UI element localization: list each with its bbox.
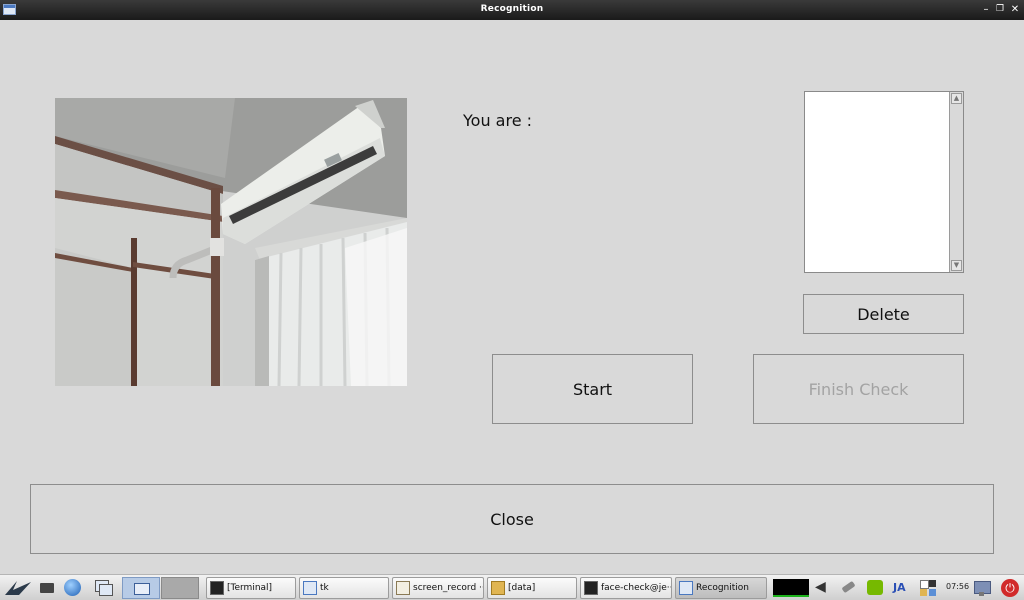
clock[interactable]: 07:56: [946, 582, 969, 591]
screen-lock-icon[interactable]: [972, 578, 992, 597]
task-label: Recognition: [696, 583, 749, 593]
minimize-icon[interactable]: –: [980, 3, 992, 16]
text-editor-icon: [396, 581, 410, 595]
close-button[interactable]: Close: [30, 484, 994, 554]
power-icon[interactable]: ⏻: [999, 578, 1021, 597]
delete-button[interactable]: Delete: [803, 294, 964, 334]
terminal-icon: [210, 581, 224, 595]
keyboard-layout-icon[interactable]: [918, 578, 940, 597]
window-title-bar: Recognition – ❐ ✕: [0, 0, 1024, 20]
volume-icon[interactable]: ◀: [815, 578, 833, 597]
terminal-icon: [584, 581, 598, 595]
window-switcher-icon[interactable]: [93, 578, 113, 597]
task-label: face-check@je···: [601, 583, 672, 593]
start-button[interactable]: Start: [492, 354, 693, 424]
desktop-pager-1[interactable]: [122, 577, 160, 599]
listbox-scrollbar[interactable]: ▲ ▼: [949, 92, 963, 272]
usb-device-icon[interactable]: [839, 578, 857, 597]
taskbar: [Terminal] tk screen_record ··· [data] f…: [0, 574, 1024, 600]
window-icon: [303, 581, 317, 595]
restore-icon[interactable]: ❐: [994, 3, 1006, 16]
input-method-indicator[interactable]: JA: [893, 578, 913, 597]
task-label: [Terminal]: [227, 583, 273, 593]
show-desktop-icon[interactable]: [38, 578, 56, 597]
scroll-down-icon[interactable]: ▼: [951, 260, 962, 271]
task-terminal[interactable]: [Terminal]: [206, 577, 296, 599]
folder-icon: [491, 581, 505, 595]
camera-frame-image: [55, 98, 407, 386]
task-screen-record[interactable]: screen_record ···: [392, 577, 484, 599]
task-data-folder[interactable]: [data]: [487, 577, 577, 599]
registered-faces-listbox[interactable]: ▲ ▼: [804, 91, 964, 273]
finish-check-button[interactable]: Finish Check: [753, 354, 964, 424]
window-title: Recognition: [480, 4, 544, 14]
web-browser-icon[interactable]: [63, 578, 83, 597]
desktop-pager-2[interactable]: [161, 577, 199, 599]
task-label: tk: [320, 583, 329, 593]
task-label: screen_record ···: [413, 583, 484, 593]
task-label: [data]: [508, 583, 536, 593]
window-icon: [134, 583, 150, 595]
task-tk[interactable]: tk: [299, 577, 389, 599]
close-window-icon[interactable]: ✕: [1009, 3, 1021, 16]
task-recognition[interactable]: Recognition: [675, 577, 767, 599]
scroll-up-icon[interactable]: ▲: [951, 93, 962, 104]
task-face-check-terminal[interactable]: face-check@je···: [580, 577, 672, 599]
window-icon: [679, 581, 693, 595]
camera-preview: [55, 98, 407, 386]
start-menu-icon[interactable]: [3, 578, 33, 597]
nvidia-icon[interactable]: [865, 578, 885, 597]
recognized-person-label: You are :: [463, 111, 533, 130]
cpu-monitor-icon[interactable]: [773, 579, 809, 597]
